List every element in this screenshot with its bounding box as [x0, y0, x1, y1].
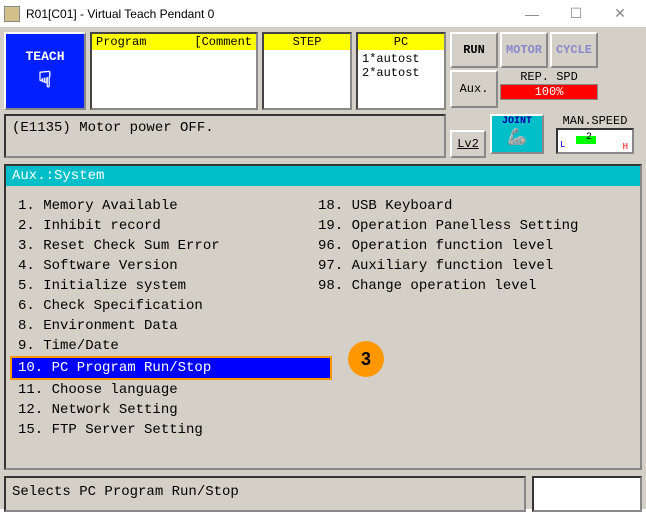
rep-speed-label: REP. SPD	[500, 70, 598, 84]
menu-item[interactable]: 2. Inhibit record	[14, 216, 314, 236]
motor-button[interactable]: MOTOR	[500, 32, 548, 68]
rep-speed-value: 100%	[500, 84, 598, 100]
menu-item[interactable]: 18. USB Keyboard	[314, 196, 574, 216]
cycle-button[interactable]: CYCLE	[550, 32, 598, 68]
menu-item[interactable]: 1. Memory Available	[14, 196, 314, 216]
menu-item[interactable]: 5. Initialize system	[14, 276, 314, 296]
man-speed-indicator: L 2 H	[556, 128, 634, 154]
man-high-mark: H	[623, 142, 628, 152]
program-header-right: [Comment	[194, 35, 252, 49]
window-titlebar: R01[C01] - Virtual Teach Pendant 0 — ☐ ✕	[0, 0, 646, 28]
menu-item[interactable]: 98. Change operation level	[314, 276, 574, 296]
app-icon	[4, 6, 20, 22]
program-panel: Program [Comment	[90, 32, 258, 110]
menu-item[interactable]: 6. Check Specification	[14, 296, 314, 316]
menu-item[interactable]: 11. Choose language	[14, 380, 314, 400]
status-message: (E1135) Motor power OFF.	[4, 114, 446, 158]
robot-icon: 🦾	[507, 127, 527, 147]
menu-item[interactable]: 3. Reset Check Sum Error	[14, 236, 314, 256]
content-panel: Aux.:System 1. Memory Available 2. Inhib…	[4, 164, 642, 470]
maximize-button[interactable]: ☐	[554, 1, 598, 27]
joint-label: JOINT	[502, 116, 532, 127]
level-button[interactable]: Lv2	[450, 130, 486, 158]
run-button[interactable]: RUN	[450, 32, 498, 68]
callout-badge: 3	[348, 341, 384, 377]
command-input[interactable]	[532, 476, 642, 512]
teach-button[interactable]: TEACH ☟	[4, 32, 86, 110]
menu-column-left: 1. Memory Available 2. Inhibit record 3.…	[14, 196, 314, 440]
menu-item[interactable]: 12. Network Setting	[14, 400, 314, 420]
man-low-mark: L	[560, 140, 565, 150]
step-panel: STEP	[262, 32, 352, 110]
pc-header: PC	[394, 35, 408, 49]
minimize-button[interactable]: —	[510, 1, 554, 27]
menu-item[interactable]: 97. Auxiliary function level	[314, 256, 574, 276]
menu-column-right: 18. USB Keyboard19. Operation Panelless …	[314, 196, 574, 440]
menu-item[interactable]: 96. Operation function level	[314, 236, 574, 256]
close-button[interactable]: ✕	[598, 1, 642, 27]
teach-label: TEACH	[25, 49, 64, 64]
pc-line-1: 1*autost	[362, 52, 440, 66]
program-body[interactable]	[92, 50, 256, 108]
step-body[interactable]	[264, 50, 350, 108]
program-header-left: Program	[96, 35, 146, 49]
joint-button[interactable]: JOINT 🦾	[490, 114, 544, 154]
pc-line-2: 2*autost	[362, 66, 440, 80]
pc-body[interactable]: 1*autost 2*autost	[358, 50, 444, 108]
man-speed-value: 2	[586, 132, 592, 143]
step-header: STEP	[293, 35, 322, 49]
menu-item[interactable]: 10. PC Program Run/Stop	[10, 356, 332, 380]
man-speed-label: MAN.SPEED	[548, 114, 642, 128]
content-header: Aux.:System	[6, 166, 640, 186]
hint-message: Selects PC Program Run/Stop	[4, 476, 526, 512]
menu-item[interactable]: 19. Operation Panelless Setting	[314, 216, 574, 236]
menu-item[interactable]: 8. Environment Data	[14, 316, 314, 336]
hand-icon: ☟	[38, 68, 51, 94]
pc-panel: PC 1*autost 2*autost	[356, 32, 446, 110]
menu-item[interactable]: 15. FTP Server Setting	[14, 420, 314, 440]
menu-item[interactable]: 9. Time/Date	[14, 336, 314, 356]
aux-button[interactable]: Aux.	[450, 70, 498, 108]
window-title: R01[C01] - Virtual Teach Pendant 0	[26, 7, 510, 21]
menu-item[interactable]: 4. Software Version	[14, 256, 314, 276]
